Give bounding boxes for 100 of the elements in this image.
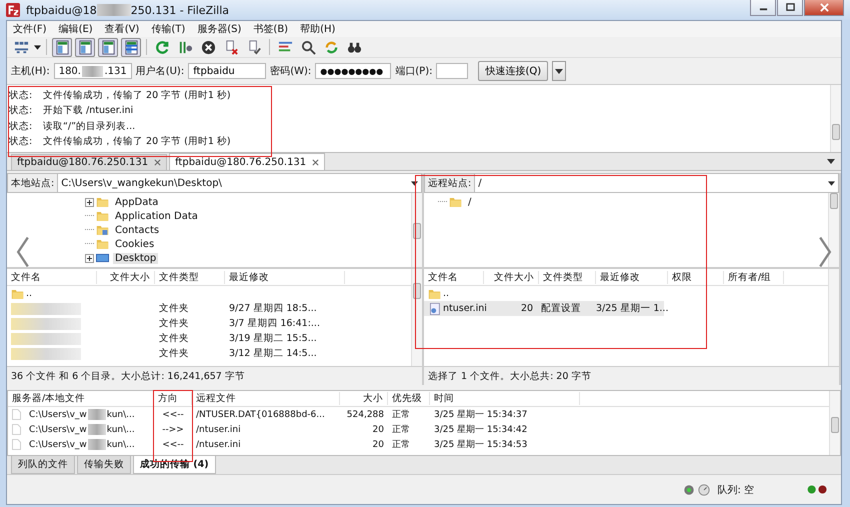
column-header[interactable]: 时间 — [430, 392, 580, 405]
close-icon[interactable] — [154, 159, 162, 166]
scrollbar[interactable] — [411, 193, 422, 267]
scrollbar[interactable] — [830, 85, 841, 152]
tree-item[interactable]: / — [466, 196, 474, 208]
folder-icon — [428, 288, 441, 300]
column-header[interactable]: 大小 — [340, 392, 388, 405]
log-label: 状态: — [9, 88, 34, 102]
menu-item[interactable]: 查看(V) — [98, 22, 146, 36]
close-button[interactable] — [804, 0, 844, 16]
file-size: 20 — [372, 424, 385, 434]
caret-icon[interactable] — [827, 159, 835, 164]
menu-item[interactable]: 编辑(E) — [52, 22, 99, 36]
menu-item[interactable]: 传输(T) — [145, 22, 192, 36]
column-header[interactable]: 最近修改 — [225, 270, 345, 284]
column-header[interactable]: 文件名 — [7, 270, 97, 284]
scrollbar[interactable] — [411, 269, 422, 366]
file-name[interactable]: .. — [26, 288, 32, 299]
column-header[interactable]: 文件类型 — [155, 270, 225, 284]
host-field[interactable]: 180. .131 — [54, 63, 132, 79]
remote-tree-toggle-icon — [100, 40, 116, 54]
folder-icon — [96, 196, 109, 208]
log-message: 开始下载 /ntuser.ini — [43, 104, 134, 118]
connection-tab[interactable]: ftpbaidu@180.76.250.131 — [169, 153, 326, 170]
priority-text: 正常 — [391, 438, 411, 451]
blurred-region — [11, 302, 81, 314]
log-label: 状态: — [9, 104, 34, 118]
app-logo-icon — [6, 3, 20, 17]
disconnect-icon — [224, 40, 238, 54]
log-toggle-button[interactable] — [52, 38, 72, 56]
quickconnect-button[interactable]: 快速连接(Q) — [478, 61, 548, 81]
column-header[interactable]: 所有者/组 — [724, 270, 784, 284]
column-header[interactable]: 最近修改 — [596, 270, 668, 284]
column-header[interactable]: 远程文件 — [192, 392, 340, 405]
caret-icon[interactable] — [34, 44, 41, 50]
search-icon — [300, 40, 316, 54]
column-header[interactable]: 文件类型 — [539, 270, 596, 284]
scrollbar[interactable] — [829, 391, 840, 455]
menu-item[interactable]: 帮助(H) — [294, 22, 342, 36]
file-type: 文件夹 — [159, 347, 189, 360]
username-field[interactable]: ftpbaidu — [188, 63, 266, 79]
column-header[interactable]: 服务器/本地文件 — [8, 392, 154, 405]
blurred-region — [11, 332, 81, 344]
file-size: 20 — [520, 303, 534, 314]
time-text: 3/25 星期一 15:34:53 — [433, 438, 528, 451]
scrollbar[interactable] — [828, 193, 839, 267]
column-header[interactable]: 文件大小 — [484, 270, 539, 284]
connection-tab[interactable]: ftpbaidu@180.76.250.131 — [11, 154, 168, 170]
field-label: 主机(H): — [11, 64, 50, 78]
time-text: 3/25 星期一 15:34:37 — [433, 408, 528, 421]
queue-toggle-button[interactable] — [121, 38, 141, 56]
close-icon[interactable] — [312, 158, 320, 166]
log-toggle-icon — [54, 40, 70, 54]
refresh-icon — [154, 40, 170, 54]
local-path: C:\Users\v_w — [29, 424, 87, 434]
file-name[interactable]: .. — [443, 288, 450, 299]
cancel-icon — [200, 40, 216, 54]
menu-item[interactable]: 书签(B) — [247, 22, 294, 36]
tree-item[interactable]: AppData — [113, 196, 160, 208]
column-header[interactable]: 权限 — [668, 270, 724, 284]
log-label: 状态: — [9, 120, 34, 133]
reconnect-icon — [246, 40, 262, 54]
chevron-left-icon[interactable] — [15, 235, 31, 269]
tree-item[interactable]: Cookies — [113, 238, 156, 250]
chevron-right-icon[interactable] — [817, 235, 833, 269]
queue-tab[interactable]: 列队的文件 — [11, 456, 75, 474]
queue-tab[interactable]: 传输失败 — [77, 456, 131, 474]
contacts-folder-icon — [96, 224, 109, 236]
direction-text: <<-- — [161, 440, 185, 450]
sync-icon — [324, 40, 338, 54]
column-header[interactable]: 文件大小 — [97, 270, 155, 284]
port-field[interactable] — [436, 63, 468, 79]
menu-item[interactable]: 服务器(S) — [191, 22, 248, 36]
expand-icon[interactable] — [85, 254, 94, 262]
file-type: 配置设置 — [541, 302, 582, 315]
log-label: 状态: — [9, 135, 34, 148]
column-header[interactable]: 优先级 — [388, 392, 430, 405]
column-header[interactable]: 方向 — [154, 392, 192, 405]
tree-item[interactable]: Desktop — [113, 252, 158, 264]
file-type: 文件夹 — [159, 332, 189, 345]
tree-item[interactable]: Contacts — [113, 224, 162, 236]
file-name[interactable]: ntuser.ini — [443, 303, 487, 314]
settings-file-icon — [428, 302, 441, 314]
site-manager-icon — [14, 40, 28, 54]
tree-toggle-button[interactable] — [75, 38, 95, 56]
column-header[interactable]: 文件名 — [424, 270, 484, 284]
expand-icon[interactable] — [85, 198, 94, 206]
blurred-region — [88, 439, 106, 450]
menu-item[interactable]: 文件(F) — [7, 22, 53, 36]
maximize-button[interactable] — [777, 0, 803, 16]
remote-tree-toggle-button[interactable] — [98, 38, 118, 56]
dropdown-button[interactable] — [552, 61, 566, 81]
blurred-region — [11, 318, 81, 330]
direction-text: <<-- — [161, 410, 185, 420]
priority-text: 正常 — [391, 408, 411, 421]
file-icon — [12, 409, 21, 420]
tree-item[interactable]: Application Data — [113, 210, 200, 222]
minimize-button[interactable] — [750, 0, 776, 16]
scrollbar[interactable] — [828, 269, 839, 366]
password-field[interactable]: ●●●●●●●●● — [315, 63, 392, 79]
